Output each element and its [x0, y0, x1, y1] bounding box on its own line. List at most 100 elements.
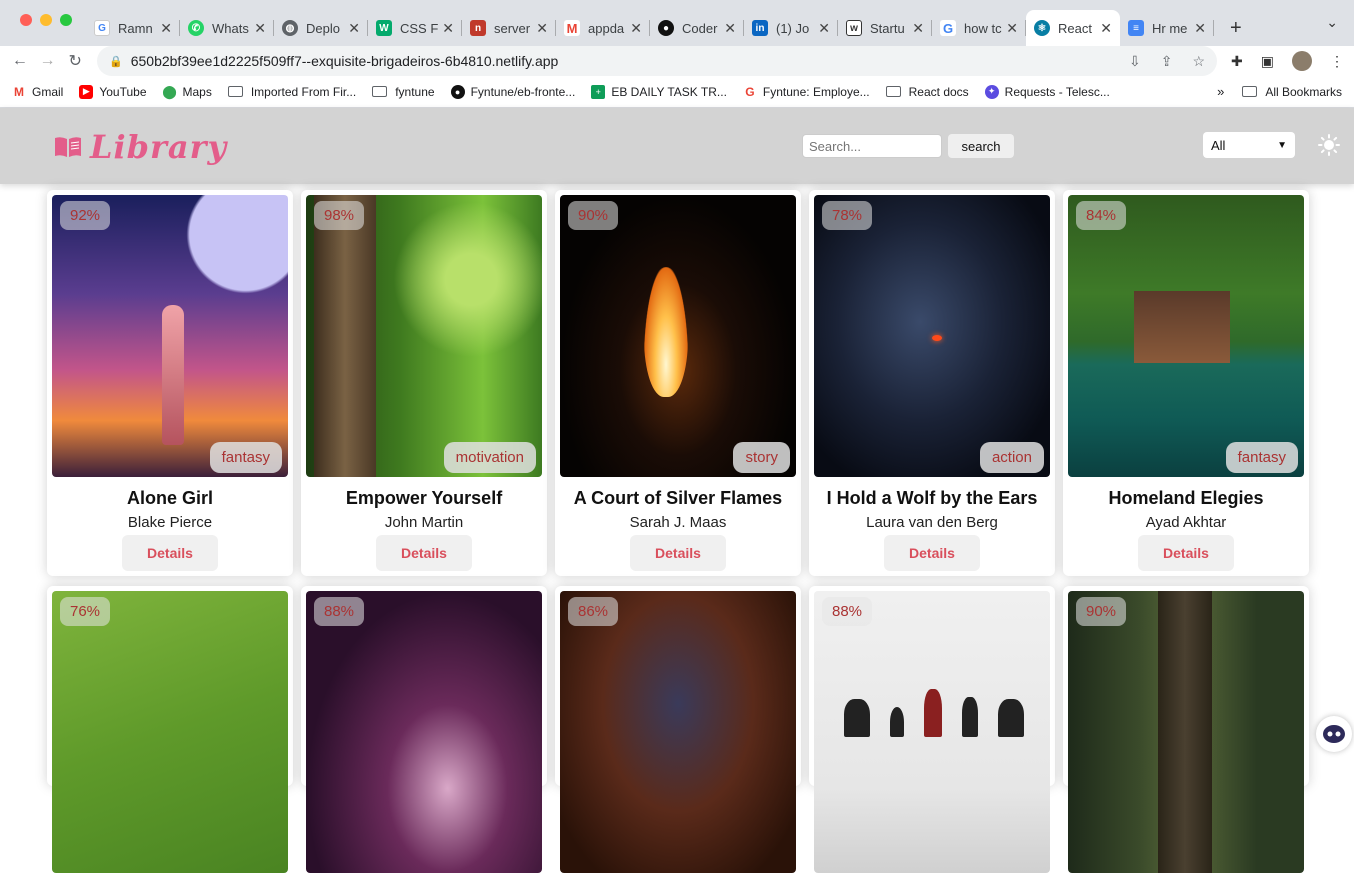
address-bar[interactable]: 🔒 650b2bf39ee1d2225f509ff7--exquisite-br…: [97, 46, 1218, 76]
assistant-icon: [1323, 725, 1345, 743]
rating-badge: 88%: [822, 597, 873, 626]
details-button[interactable]: Details: [376, 535, 472, 571]
bookmark-label: Gmail: [32, 84, 64, 99]
bookmark-label: Maps: [182, 84, 212, 99]
window-controls: [20, 14, 72, 26]
github-icon: ●: [658, 20, 674, 36]
close-window-button[interactable]: [20, 14, 32, 26]
book-card: 90% story A Court of Silver Flames Sarah…: [555, 190, 801, 576]
search-input[interactable]: [802, 134, 942, 158]
rating-badge: 98%: [314, 201, 365, 230]
install-icon[interactable]: ⇩: [1129, 53, 1141, 70]
close-tab-icon[interactable]: ✕: [724, 20, 736, 37]
book-cover-image: 76%: [52, 591, 288, 873]
book-card: 98% motivation Empower Yourself John Mar…: [301, 190, 547, 576]
avatar[interactable]: [1291, 51, 1312, 71]
rating-badge: 78%: [822, 201, 873, 230]
book-author: Blake Pierce: [127, 514, 213, 531]
browser-tab[interactable]: ● Coder ✕: [650, 10, 744, 46]
browser-tab[interactable]: ◍ Deplo ✕: [274, 10, 368, 46]
tab-title: Coder: [682, 20, 718, 36]
chevron-down-icon[interactable]: ⌄: [1326, 14, 1338, 31]
bookmark-item[interactable]: ✦ Requests - Telesc...: [984, 84, 1110, 99]
bookmark-item[interactable]: ▶ YouTube: [79, 84, 147, 99]
book-cover-image: 92% fantasy: [52, 195, 288, 477]
details-button[interactable]: Details: [122, 535, 218, 571]
sidepanel-icon[interactable]: ▣: [1261, 53, 1274, 70]
close-tab-icon[interactable]: ✕: [348, 20, 360, 37]
tab-title: server: [494, 20, 531, 36]
new-tab-button[interactable]: +: [1230, 10, 1242, 46]
details-button[interactable]: Details: [884, 535, 980, 571]
close-tab-icon[interactable]: ✕: [912, 20, 924, 37]
google-icon: G: [94, 20, 110, 36]
close-tab-icon[interactable]: ✕: [160, 20, 172, 37]
browser-tab[interactable]: G Ramn ✕: [86, 10, 180, 46]
url-text: 650b2bf39ee1d2225f509ff7--exquisite-brig…: [130, 53, 559, 69]
close-tab-icon[interactable]: ✕: [442, 20, 454, 37]
extensions-icon[interactable]: ✚: [1231, 53, 1243, 70]
sun-icon[interactable]: [1318, 134, 1340, 156]
bookmark-item[interactable]: M Gmail: [12, 85, 63, 99]
bookmark-item[interactable]: ⬤ Maps: [162, 84, 212, 99]
close-tab-icon[interactable]: ✕: [1194, 20, 1206, 37]
close-tab-icon[interactable]: ✕: [1006, 20, 1018, 37]
browser-tab[interactable]: w Startu ✕: [838, 10, 932, 46]
folder-icon: [1242, 86, 1258, 97]
genre-tag: motivation: [443, 442, 536, 473]
genre-tag: story: [733, 442, 790, 473]
browser-tab[interactable]: ✆ Whats ✕: [180, 10, 274, 46]
star-icon[interactable]: ☆: [1192, 53, 1205, 70]
browser-tab-active[interactable]: ⚛ React ✕: [1026, 10, 1120, 46]
share-icon[interactable]: ⇪: [1161, 53, 1173, 70]
book-cover-image: 86%: [560, 591, 796, 873]
bookmark-item[interactable]: G Fyntune: Employe...: [743, 85, 869, 99]
minimize-window-button[interactable]: [40, 14, 52, 26]
logo[interactable]: Library: [54, 128, 227, 166]
bookmark-label: Fyntune/eb-fronte...: [470, 84, 576, 99]
book-card: 86%: [555, 586, 801, 873]
react-icon: ⚛: [1034, 20, 1050, 36]
bookmark-folder[interactable]: fyntune: [372, 85, 435, 99]
book-cover-image: 88%: [306, 591, 542, 873]
browser-tab[interactable]: n server ✕: [462, 10, 556, 46]
search-button[interactable]: search: [948, 134, 1014, 158]
maximize-window-button[interactable]: [60, 14, 72, 26]
folder-icon: [227, 86, 243, 97]
forward-icon[interactable]: →: [38, 52, 58, 70]
details-button[interactable]: Details: [630, 535, 726, 571]
bookmarks-overflow-button[interactable]: »: [1217, 84, 1224, 99]
close-tab-icon[interactable]: ✕: [254, 20, 266, 37]
w-icon: w: [846, 20, 862, 36]
tab-title: Startu: [870, 20, 905, 36]
browser-tab[interactable]: Mappda ✕: [556, 10, 650, 46]
book-card: 92% fantasy Alone Girl Blake Pierce Deta…: [47, 190, 293, 576]
bookmark-folder[interactable]: React docs: [885, 85, 969, 99]
docs-icon: ≡: [1128, 20, 1144, 36]
close-tab-icon[interactable]: ✕: [630, 20, 642, 37]
genre-filter-select[interactable]: All ▼: [1203, 132, 1295, 158]
book-author: John Martin: [384, 514, 464, 531]
close-tab-icon[interactable]: ✕: [1100, 20, 1112, 37]
bookmark-folder[interactable]: Imported From Fir...: [227, 85, 356, 99]
house-shape: [1134, 291, 1230, 363]
reload-icon[interactable]: ↻: [65, 51, 85, 71]
genre-tag: fantasy: [1225, 442, 1298, 473]
back-icon[interactable]: ←: [10, 52, 30, 70]
close-tab-icon[interactable]: ✕: [818, 20, 830, 37]
browser-tab[interactable]: ≡ Hr me ✕: [1120, 10, 1214, 46]
menu-icon[interactable]: ⋮: [1330, 53, 1344, 70]
assistant-bubble-button[interactable]: [1316, 716, 1352, 752]
browser-tab[interactable]: W CSS F ✕: [368, 10, 462, 46]
browser-tab[interactable]: Ghow tc ✕: [932, 10, 1026, 46]
bookmark-item[interactable]: + EB DAILY TASK TR...: [591, 84, 727, 99]
close-tab-icon[interactable]: ✕: [536, 20, 548, 37]
bookmark-item[interactable]: ● Fyntune/eb-fronte...: [450, 84, 576, 99]
browser-tab[interactable]: in (1) Jo ✕: [744, 10, 838, 46]
gmail-icon: M: [14, 84, 24, 99]
folder-icon: [372, 86, 388, 97]
details-button[interactable]: Details: [1138, 535, 1234, 571]
tab-title: Deplo: [306, 20, 340, 36]
all-bookmarks-button[interactable]: All Bookmarks: [1242, 85, 1342, 99]
search-form: search: [802, 134, 1014, 158]
